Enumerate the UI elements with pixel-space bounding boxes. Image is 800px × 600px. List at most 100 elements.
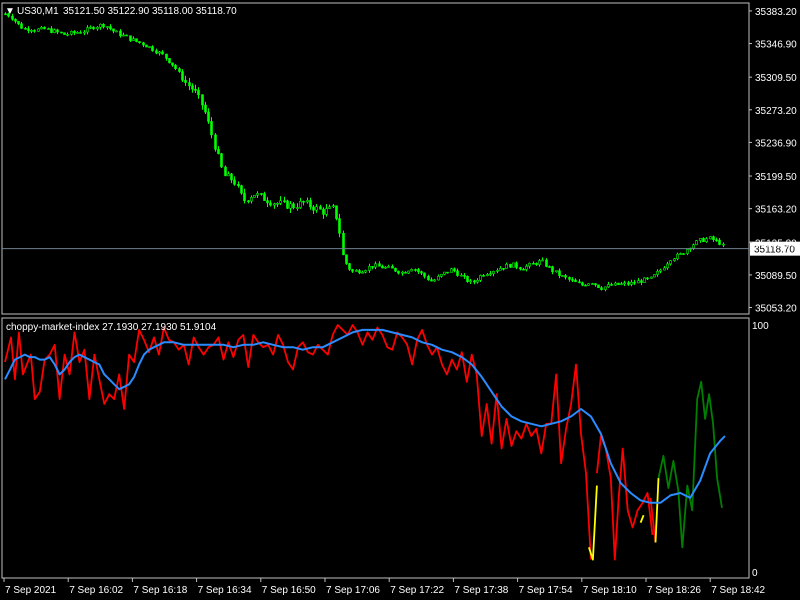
candle-body xyxy=(328,206,331,209)
candle-body xyxy=(538,260,541,265)
candle-body xyxy=(312,206,315,211)
candle-body xyxy=(659,269,662,272)
candle-body xyxy=(73,31,76,34)
candle-body xyxy=(273,203,276,206)
candle-body xyxy=(155,50,158,54)
candle-body xyxy=(332,205,335,208)
candle-body xyxy=(53,29,56,33)
time-tick-label: 7 Sep 18:10 xyxy=(583,585,637,596)
candle-body xyxy=(650,276,653,279)
candle-body xyxy=(466,276,469,283)
candle-body xyxy=(502,268,505,270)
candle-body xyxy=(43,26,46,30)
candle-body xyxy=(364,270,367,273)
candle-body xyxy=(56,29,59,33)
candle-body xyxy=(302,200,305,203)
main-chart-header: ▼ US30,M1 35121.50 35122.90 35118.00 351… xyxy=(5,6,237,17)
candle-body xyxy=(479,275,482,281)
candle-body xyxy=(555,270,558,273)
candle-body xyxy=(83,31,86,34)
collapse-arrow-icon[interactable]: ▼ xyxy=(5,6,15,17)
candle-body xyxy=(358,270,361,274)
candle-body xyxy=(247,200,250,203)
candle-body xyxy=(440,273,443,277)
price-tick-label: 35199.50 xyxy=(755,172,797,183)
candle-body xyxy=(338,218,341,234)
candle-body xyxy=(122,34,125,37)
time-tick-label: 7 Sep 16:50 xyxy=(262,585,316,596)
candle-body xyxy=(433,279,436,282)
candle-body xyxy=(525,265,528,270)
candle-body xyxy=(702,238,705,243)
candle-body xyxy=(673,258,676,261)
candle-body xyxy=(20,23,23,29)
candle-body xyxy=(551,266,554,273)
candle-body xyxy=(686,249,689,254)
candle-body xyxy=(712,236,715,241)
candle-body xyxy=(489,273,492,275)
candle-body xyxy=(676,253,679,260)
candle-body xyxy=(230,173,233,181)
candle-body xyxy=(191,85,194,90)
candle-body xyxy=(184,79,187,83)
candle-body xyxy=(263,193,266,201)
time-tick-label: 7 Sep 17:06 xyxy=(326,585,380,596)
time-tick-label: 7 Sep 18:26 xyxy=(647,585,701,596)
time-tick-label: 7 Sep 18:42 xyxy=(711,585,765,596)
candle-body xyxy=(96,26,99,30)
candle-body xyxy=(250,197,253,202)
candle-body xyxy=(279,200,282,204)
candle-body xyxy=(299,200,302,208)
candle-body xyxy=(217,149,220,154)
candle-body xyxy=(512,262,515,268)
candle-body xyxy=(515,262,518,268)
candle-body xyxy=(224,166,227,177)
candle-body xyxy=(578,281,581,284)
candle-body xyxy=(70,31,73,35)
candle-body xyxy=(561,275,564,277)
price-tick-label: 35383.20 xyxy=(755,7,797,18)
candle-body xyxy=(168,58,171,64)
candle-body xyxy=(99,23,102,28)
candle-body xyxy=(269,202,272,206)
candle-body xyxy=(135,38,138,42)
candle-body xyxy=(14,18,17,22)
candle-body xyxy=(453,268,456,272)
candle-body xyxy=(653,274,656,278)
candle-body xyxy=(528,262,531,267)
candle-body xyxy=(286,200,289,209)
candle-body xyxy=(446,271,449,274)
candle-body xyxy=(148,46,151,48)
candle-body xyxy=(351,269,354,272)
candle-body xyxy=(443,271,446,275)
candle-body xyxy=(430,279,433,282)
candle-body xyxy=(63,32,66,35)
candle-body xyxy=(692,244,695,249)
candle-body xyxy=(591,283,594,285)
candle-body xyxy=(456,270,459,276)
candle-body xyxy=(401,271,404,274)
candle-body xyxy=(260,193,263,195)
trading-chart[interactable]: 35118.70 35383.2035346.9035309.5035273.2… xyxy=(0,0,800,600)
candle-body xyxy=(24,28,27,30)
candle-body xyxy=(597,284,600,288)
candle-body xyxy=(233,179,236,185)
candle-body xyxy=(637,280,640,284)
candle-body xyxy=(368,266,371,271)
candle-body xyxy=(315,206,318,211)
candle-body xyxy=(437,276,440,281)
candle-body xyxy=(627,282,630,285)
candle-body xyxy=(643,277,646,283)
candle-body xyxy=(138,41,141,44)
candle-body xyxy=(145,44,148,48)
candle-body xyxy=(40,26,43,30)
candle-body xyxy=(410,269,413,272)
candle-body xyxy=(158,51,161,54)
candle-body xyxy=(129,35,132,41)
candle-body xyxy=(161,51,164,55)
candle-body xyxy=(623,282,626,285)
price-tick-label: 35053.20 xyxy=(755,304,797,315)
candle-body xyxy=(594,283,597,286)
candle-body xyxy=(486,274,489,276)
candle-body xyxy=(27,28,30,31)
